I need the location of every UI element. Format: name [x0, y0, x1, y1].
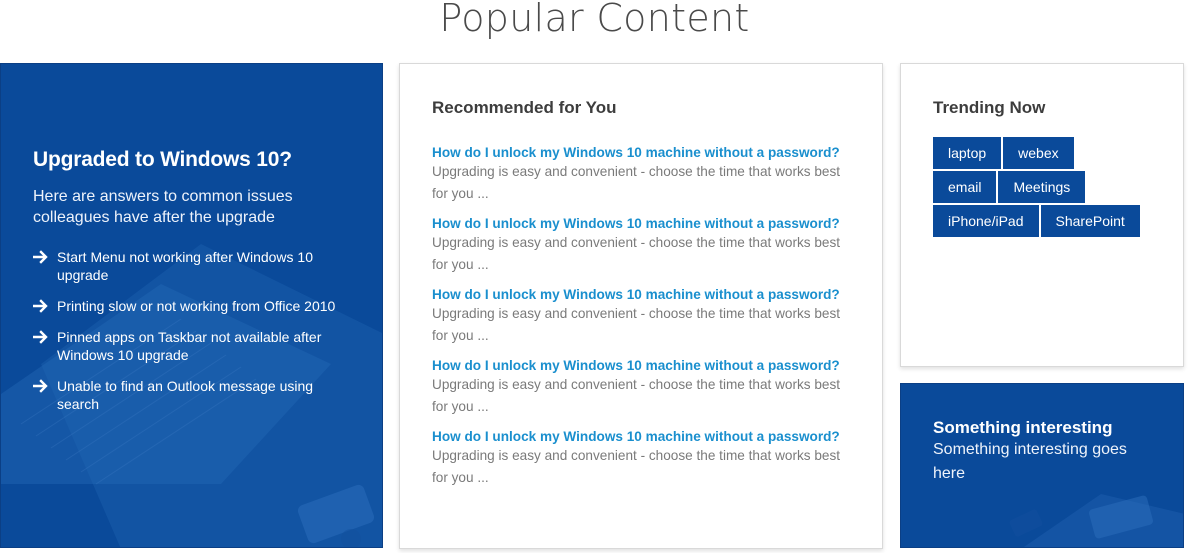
tag-email[interactable]: email [933, 171, 997, 203]
tag-meetings[interactable]: Meetings [998, 171, 1086, 203]
tag-row: iPhone/iPad SharePoint [933, 205, 1173, 237]
recommended-item-link[interactable]: How do I unlock my Windows 10 machine wi… [432, 144, 852, 161]
recommended-item-description: Upgrading is easy and convenient - choos… [432, 377, 841, 414]
tag-sharepoint[interactable]: SharePoint [1040, 205, 1140, 237]
interesting-title: Something interesting [933, 418, 1113, 437]
promo-heading: Upgraded to Windows 10? [33, 148, 292, 171]
recommended-item-link[interactable]: How do I unlock my Windows 10 machine wi… [432, 428, 852, 445]
recommended-item-link[interactable]: How do I unlock my Windows 10 machine wi… [432, 357, 852, 374]
recommended-card: Recommended for You How do I unlock my W… [399, 63, 883, 549]
promo-link-item[interactable]: Printing slow or not working from Office… [33, 297, 353, 315]
arrow-right-icon [33, 379, 48, 393]
tag-webex[interactable]: webex [1003, 137, 1074, 169]
recommended-item-link[interactable]: How do I unlock my Windows 10 machine wi… [432, 215, 852, 232]
recommended-item-link[interactable]: How do I unlock my Windows 10 machine wi… [432, 286, 852, 303]
recommended-item: How do I unlock my Windows 10 machine wi… [432, 215, 852, 276]
page-title: Popular Content [439, 0, 750, 40]
promo-subtext: Here are answers to common issues collea… [33, 188, 293, 226]
recommended-item-description: Upgrading is easy and convenient - choos… [432, 164, 841, 201]
arrow-right-icon [33, 299, 48, 313]
tag-row: laptop webex [933, 137, 1173, 169]
arrow-right-icon [33, 330, 48, 344]
promo-link-label: Start Menu not working after Windows 10 … [57, 249, 314, 283]
trending-tag-list: laptop webex email Meetings iPhone/iPad … [933, 137, 1173, 239]
recommended-item-description: Upgrading is easy and convenient - choos… [432, 235, 841, 272]
recommended-item: How do I unlock my Windows 10 machine wi… [432, 357, 852, 418]
recommended-item: How do I unlock my Windows 10 machine wi… [432, 144, 852, 205]
recommended-item-description: Upgrading is easy and convenient - choos… [432, 448, 841, 485]
promo-link-list: Start Menu not working after Windows 10 … [33, 248, 353, 413]
promo-link-label: Pinned apps on Taskbar not available aft… [57, 329, 322, 363]
tag-row: email Meetings [933, 171, 1173, 203]
promo-link-label: Unable to find an Outlook message using … [57, 378, 314, 412]
something-interesting-card[interactable]: Something interesting Something interest… [900, 383, 1184, 548]
recommended-item: How do I unlock my Windows 10 machine wi… [432, 428, 852, 489]
recommended-heading: Recommended for You [432, 98, 617, 117]
popular-content-section: Popular Content Upgraded to Windows 10? … [0, 0, 1189, 553]
trending-heading: Trending Now [933, 98, 1046, 117]
recommended-item: How do I unlock my Windows 10 machine wi… [432, 286, 852, 347]
promo-link-item[interactable]: Start Menu not working after Windows 10 … [33, 248, 353, 284]
windows-upgrade-promo-card[interactable]: Upgraded to Windows 10? Here are answers… [0, 63, 383, 548]
promo-link-label: Printing slow or not working from Office… [57, 298, 336, 314]
recommended-item-description: Upgrading is easy and convenient - choos… [432, 306, 841, 343]
tag-laptop[interactable]: laptop [933, 137, 1002, 169]
promo-link-item[interactable]: Unable to find an Outlook message using … [33, 377, 353, 413]
promo-link-item[interactable]: Pinned apps on Taskbar not available aft… [33, 328, 353, 364]
recommended-list: How do I unlock my Windows 10 machine wi… [432, 144, 852, 499]
trending-card: Trending Now laptop webex email Meetings… [900, 63, 1184, 367]
tag-iphone-ipad[interactable]: iPhone/iPad [933, 205, 1039, 237]
arrow-right-icon [33, 250, 48, 264]
interesting-text: Something interesting goes here [933, 441, 1127, 482]
